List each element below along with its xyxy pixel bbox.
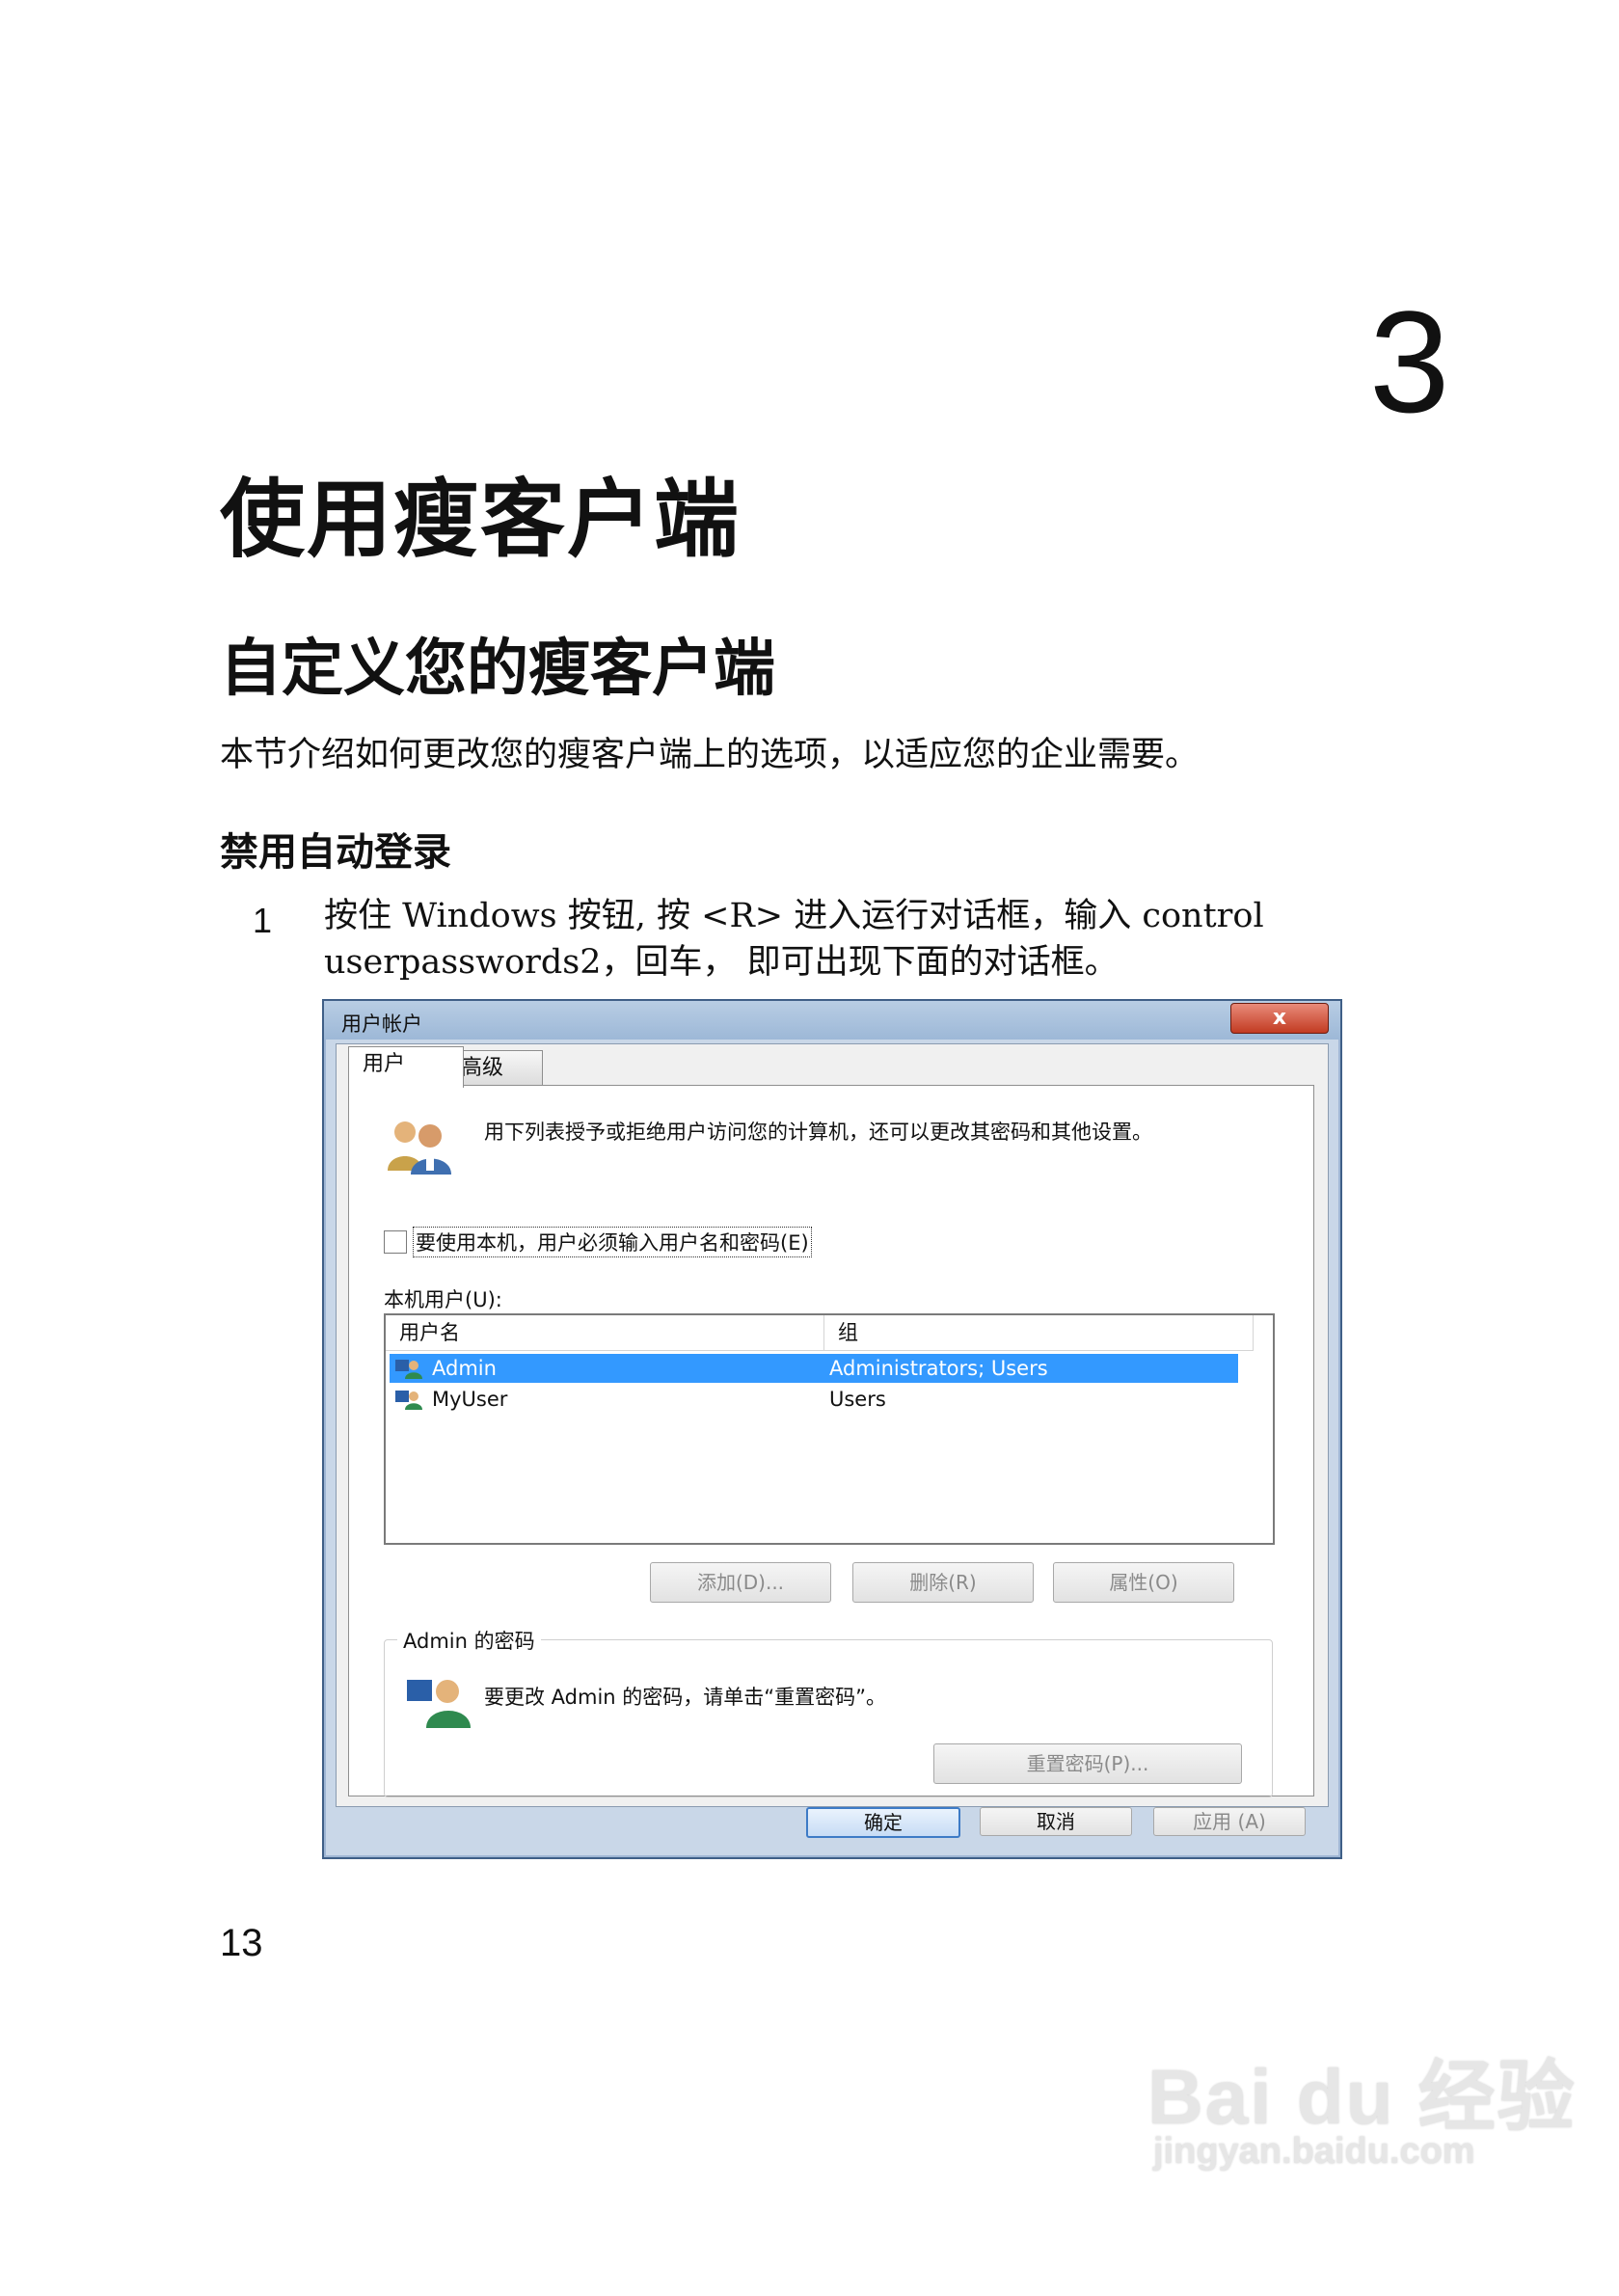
user-icon [395,1360,422,1379]
dialog-client: 用户 高级 用下列表授予或拒绝用户访问您的计算机，还可以更改其密码和其他设置。 … [336,1043,1329,1807]
page-number: 13 [220,1922,263,1964]
password-group-label: Admin 的密码 [397,1626,541,1655]
user-password-icon [407,1680,471,1728]
user-name: Admin [432,1357,497,1380]
dialog-titlebar: 用户帐户 x [324,1001,1340,1040]
step-text-line-1: 按住 Windows 按钮, 按 <R> 进入运行对话框，输入 control [324,897,1264,935]
reset-password-button[interactable]: 重置密码(P)... [933,1743,1242,1784]
close-icon: x [1272,1006,1287,1030]
remove-button[interactable]: 删除(R) [852,1562,1034,1603]
users-tab-panel: 用下列表授予或拒绝用户访问您的计算机，还可以更改其密码和其他设置。 要使用本机，… [348,1085,1314,1797]
users-icon [388,1121,451,1175]
column-header-username[interactable]: 用户名 [386,1315,824,1351]
user-name: MyUser [432,1388,508,1411]
step-number: 1 [253,901,273,940]
require-password-checkbox[interactable] [384,1230,407,1254]
dialog-title: 用户帐户 [341,1013,422,1036]
local-users-label: 本机用户(U): [384,1288,502,1311]
user-row-myuser[interactable]: MyUser Users [390,1385,1238,1414]
apply-button[interactable]: 应用 (A) [1153,1807,1306,1836]
chapter-number: 3 [1369,281,1450,443]
intro-paragraph: 本节介绍如何更改您的瘦客户端上的选项，以适应您的企业需要。 [220,736,1200,774]
user-group: Users [829,1388,886,1411]
column-header-group[interactable]: 组 [824,1315,1254,1351]
close-button[interactable]: x [1230,1003,1329,1034]
user-row-admin[interactable]: Admin Administrators; Users [390,1354,1238,1383]
user-icon [395,1391,422,1410]
chapter-title: 使用瘦客户端 [220,469,742,569]
users-list[interactable]: 用户名 组 Admin Administrators; Users MyUser… [384,1313,1275,1545]
section-title: 自定义您的瘦客户端 [220,633,775,705]
ok-button[interactable]: 确定 [806,1807,960,1838]
password-instructions: 要更改 Admin 的密码，请单击“重置密码”。 [484,1686,887,1709]
baidu-jingyan-watermark: Bai du 经验 [1147,2054,1577,2140]
dialog-description: 用下列表授予或拒绝用户访问您的计算机，还可以更改其密码和其他设置。 [484,1121,1152,1144]
user-accounts-dialog: 用户帐户 x 用户 高级 用下列表授予或拒绝用户访问您的计算机，还可以更改其密码… [322,999,1342,1859]
user-group: Administrators; Users [829,1357,1048,1380]
step-text: 按住 Windows 按钮, 按 <R> 进入运行对话框，输入 control … [324,893,1346,986]
step-text-line-2: userpasswords2，回车， 即可出现下面的对话框。 [324,943,1119,982]
tab-users[interactable]: 用户 [348,1046,464,1088]
watermark-url: jingyan.baidu.com [1153,2131,1475,2172]
add-button[interactable]: 添加(D)... [650,1562,831,1603]
require-password-label[interactable]: 要使用本机，用户必须输入用户名和密码(E) [413,1227,812,1257]
properties-button[interactable]: 属性(O) [1053,1562,1234,1603]
subsection-title: 禁用自动登录 [220,830,451,875]
cancel-button[interactable]: 取消 [980,1807,1132,1836]
